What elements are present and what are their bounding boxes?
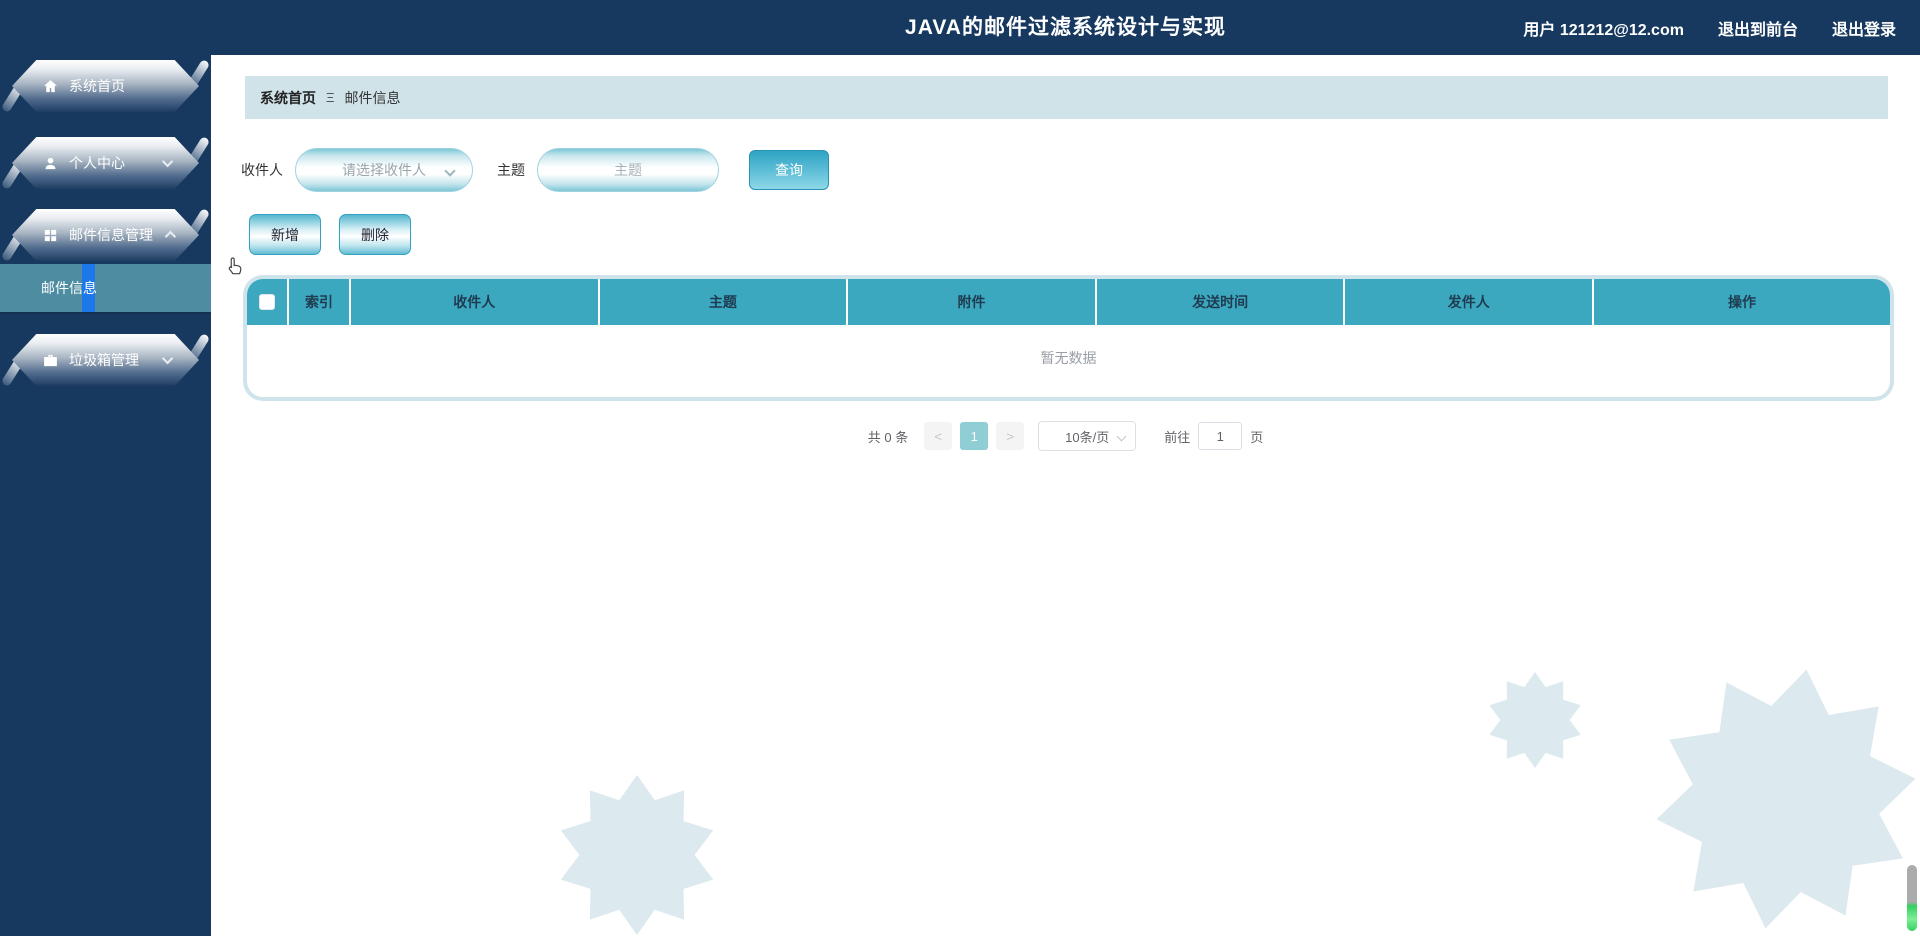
recipient-label: 收件人 [241,162,283,178]
recipient-select[interactable]: 请选择收件人 [295,148,473,192]
column-header-subject: 主题 [600,279,849,325]
breadcrumb-separator-icon: Ξ [326,90,335,105]
column-header-attachment: 附件 [848,279,1097,325]
recipient-select-placeholder: 请选择收件人 [342,162,426,178]
goto-label: 前往 [1164,429,1191,445]
column-header-index: 索引 [289,279,351,325]
column-header-sender: 发件人 [1345,279,1595,325]
chevron-up-icon [164,230,177,243]
current-user-label: 用户 121212@12.com [1523,21,1684,39]
trash-bag-icon [44,354,57,366]
table-empty-state: 暂无数据 [1040,350,1097,366]
top-header: JAVA的邮件过滤系统设计与实现 用户 121212@12.com 退出到前台 … [0,0,1920,55]
sidebar-item-label: 个人中心 [69,155,125,171]
search-button[interactable]: 查询 [749,150,829,190]
exit-to-front-link[interactable]: 退出到前台 [1718,16,1798,40]
sidebar-item-label: 系统首页 [69,78,125,94]
sidebar-item-trash-management[interactable]: 垃圾箱管理 [0,332,211,388]
app-page: JAVA的邮件过滤系统设计与实现 用户 121212@12.com 退出到前台 … [0,0,1920,936]
home-icon [44,79,57,92]
action-row: 新增 删除 [249,214,1920,255]
submenu-item-label: 邮件信息 [41,280,97,296]
breadcrumb-root[interactable]: 系统首页 [260,88,316,108]
header-actions: 用户 121212@12.com 退出到前台 退出登录 [1523,0,1896,55]
subject-input[interactable] [558,162,698,178]
goto-page-input[interactable] [1198,422,1243,450]
pagination-total: 共 0 条 [867,429,909,445]
logout-link[interactable]: 退出登录 [1832,16,1896,40]
main-content: 系统首页 Ξ 邮件信息 收件人 请选择收件人 主题 查询 新增 删除 [211,55,1920,936]
breadcrumb-current: 邮件信息 [344,89,401,106]
subject-input-pill [537,148,719,192]
mail-table: 索引 收件人 主题 附件 发送时间 发件人 操作 暂无数据 [247,279,1890,397]
column-header-send-time: 发送时间 [1097,279,1346,325]
delete-button[interactable]: 删除 [339,214,411,255]
pagination: 共 0 条 < 1 > 10条/页 前往 页 [211,421,1920,451]
select-all-cell [247,279,289,325]
user-icon [45,157,56,169]
sidebar: 系统首页 个人中心 邮件信息管理 邮件信息 垃圾箱管理 [0,0,211,936]
chevron-down-icon [161,352,174,365]
subject-label: 主题 [497,162,525,178]
column-header-recipient: 收件人 [351,279,600,325]
sidebar-item-mail-management[interactable]: 邮件信息管理 [0,207,211,263]
goto-page-suffix: 页 [1250,429,1264,445]
pagination-goto: 前往 页 [1164,422,1263,450]
sidebar-item-label: 邮件信息管理 [69,227,153,243]
filter-row: 收件人 请选择收件人 主题 查询 [241,148,1920,192]
chevron-down-icon [444,165,456,177]
scrollbar-thumb[interactable] [1907,865,1917,931]
table-header-row: 索引 收件人 主题 附件 发送时间 发件人 操作 [247,279,1890,325]
add-button[interactable]: 新增 [249,214,321,255]
sidebar-item-label: 垃圾箱管理 [69,352,139,368]
pagination-prev-button[interactable]: < [924,422,953,450]
pagination-page-1[interactable]: 1 [960,422,989,450]
page-size-select[interactable]: 10条/页 [1038,421,1137,451]
chevron-down-icon [161,155,174,168]
select-all-checkbox[interactable] [259,294,275,310]
pagination-next-button[interactable]: > [996,422,1025,450]
sidebar-item-personal-center[interactable]: 个人中心 [0,135,211,191]
mouse-cursor [228,257,242,275]
breadcrumb: 系统首页 Ξ 邮件信息 [245,76,1888,119]
chevron-down-icon [1116,431,1127,442]
sidebar-item-home[interactable]: 系统首页 [0,58,211,114]
column-header-actions: 操作 [1728,294,1757,310]
grid-icon [44,229,57,241]
sidebar-subitem-mail-info[interactable]: 邮件信息 [0,264,211,314]
page-size-value: 10条/页 [1065,429,1110,445]
